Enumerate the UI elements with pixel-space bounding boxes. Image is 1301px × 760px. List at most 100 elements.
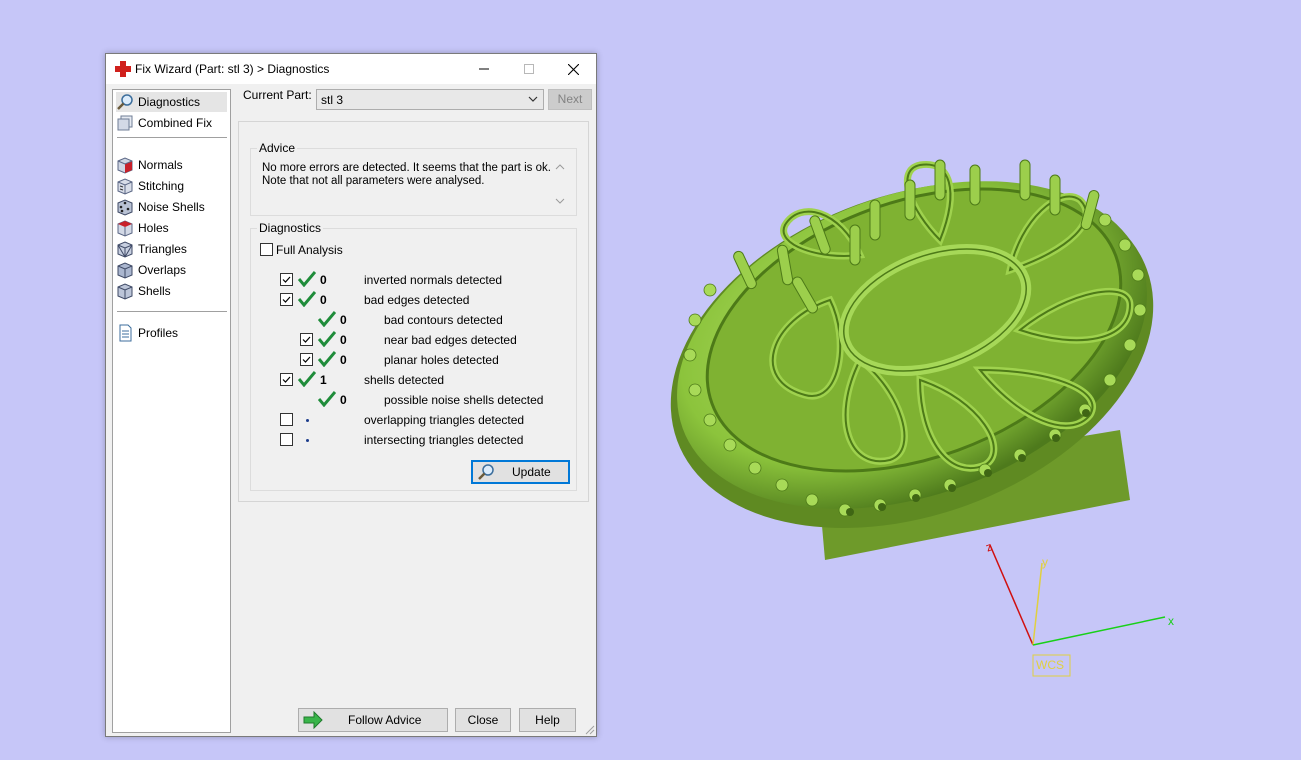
pending-dot-icon [306,439,309,442]
wcs-axes [989,544,1166,677]
inverted-normals-checkbox[interactable] [280,273,293,286]
sidebar-item-triangles[interactable]: Triangles [116,239,227,259]
z-axis-line [989,544,1034,646]
inverted-normals-count: 0 [320,273,327,287]
bad-edges-count: 0 [320,293,327,307]
minimize-icon [478,68,489,70]
noise-shells-count: 0 [340,393,347,407]
diagnostics-title: Diagnostics [257,221,324,235]
title-bar[interactable]: Fix Wizard (Part: stl 3) > Diagnostics [106,54,596,84]
overlapping-triangles-label: overlapping triangles detected [364,413,525,427]
document-icon [119,324,132,342]
full-analysis-label: Full Analysis [276,243,343,257]
near-bad-edges-count: 0 [340,333,347,347]
magnifier-icon [478,464,494,480]
checkmark-icon [302,356,311,363]
next-button[interactable]: Next [548,89,592,110]
sidebar-item-overlaps[interactable]: Overlaps [116,260,227,280]
noise-shells-label: possible noise shells detected [384,393,544,407]
planar-holes-label: planar holes detected [384,353,499,367]
shells-label: shells detected [364,373,445,387]
current-part-dropdown[interactable]: stl 3 [316,89,544,110]
update-label: Update [512,465,551,479]
advice-scrollbar[interactable] [552,160,568,208]
follow-advice-button[interactable]: Follow Advice [298,708,448,732]
sidebar-item-holes[interactable]: Holes [116,218,227,238]
help-label: Help [535,713,560,727]
3d-viewport[interactable]: x y z WCS [600,0,1301,757]
near-bad-edges-label: near bad edges detected [384,333,517,347]
green-check-icon [318,391,336,407]
minimize-button[interactable] [461,54,506,84]
holes-cube-icon [117,220,133,237]
scroll-arrows-icon [555,164,565,204]
close-icon [568,63,579,75]
ring-model-canvas [670,159,1166,677]
combined-fix-icon [117,115,133,131]
normals-cube-icon [117,157,133,174]
update-button[interactable]: Update [471,460,570,484]
checkmark-icon [282,276,291,283]
green-check-icon [318,351,336,367]
advice-text-line-1: No more errors are detected. It seems th… [262,162,551,174]
checkmark-icon [282,296,291,303]
sidebar-item-profiles[interactable]: Profiles [116,323,227,343]
close-label: Close [467,713,499,727]
red-cross-icon [115,61,131,77]
resize-grip-icon[interactable] [585,725,595,735]
wcs-label: WCS [1036,658,1064,672]
x-axis-line [1032,616,1166,646]
green-arrow-icon [303,711,323,729]
overlapping-triangles-checkbox[interactable] [280,413,293,426]
green-check-icon [298,271,316,287]
stitching-cube-icon [117,178,133,195]
near-bad-edges-checkbox[interactable] [300,333,313,346]
maximize-icon [523,64,534,74]
advice-title: Advice [257,141,298,155]
maximize-button[interactable] [506,54,551,84]
checkmark-icon [282,376,291,383]
full-analysis-checkbox[interactable] [260,243,273,256]
shells-count: 1 [320,373,327,387]
close-button[interactable]: Close [455,708,511,732]
y-axis-label: y [1042,555,1048,569]
current-part-label: Current Part: [243,88,312,102]
bad-edges-label: bad edges detected [364,293,470,307]
advice-group: Advice No more errors are detected. It s… [250,141,577,216]
bad-contours-count: 0 [340,313,347,327]
shells-cube-icon [117,283,133,300]
diagnostics-panel: Advice No more errors are detected. It s… [238,121,589,502]
noise-shells-cube-icon [117,199,133,216]
ring-model [670,159,1154,560]
intersecting-triangles-checkbox[interactable] [280,433,293,446]
fix-wizard-nav: Diagnostics Combined Fix Normals Stitchi… [112,89,231,733]
advice-text-line-2: Note that not all parameters were analys… [262,175,485,187]
nav-separator [117,311,227,312]
sidebar-item-shells[interactable]: Shells [116,281,227,301]
follow-advice-label: Follow Advice [348,713,422,727]
y-axis-line [1032,562,1043,646]
close-window-button[interactable] [551,54,596,84]
planar-holes-checkbox[interactable] [300,353,313,366]
x-axis-label: x [1168,614,1174,628]
sidebar-item-normals[interactable]: Normals [116,155,227,175]
triangles-cube-icon [117,241,133,258]
inverted-normals-label: inverted normals detected [364,273,503,287]
shells-checkbox[interactable] [280,373,293,386]
fix-wizard-dialog: Fix Wizard (Part: stl 3) > Diagnostics D… [105,53,597,737]
intersecting-triangles-label: intersecting triangles detected [364,433,524,447]
green-check-icon [298,291,316,307]
overlaps-cube-icon [117,262,133,279]
sidebar-item-noise-shells[interactable]: Noise Shells [116,197,227,217]
pending-dot-icon [306,419,309,422]
nav-separator [117,137,227,138]
magnifier-icon [117,94,133,110]
chevron-down-icon [528,96,538,102]
sidebar-item-combined-fix[interactable]: Combined Fix [116,113,227,133]
help-button[interactable]: Help [519,708,576,732]
sidebar-item-diagnostics[interactable]: Diagnostics [116,92,227,112]
green-check-icon [318,331,336,347]
window-title: Fix Wizard (Part: stl 3) > Diagnostics [135,62,330,76]
bad-edges-checkbox[interactable] [280,293,293,306]
sidebar-item-stitching[interactable]: Stitching [116,176,227,196]
